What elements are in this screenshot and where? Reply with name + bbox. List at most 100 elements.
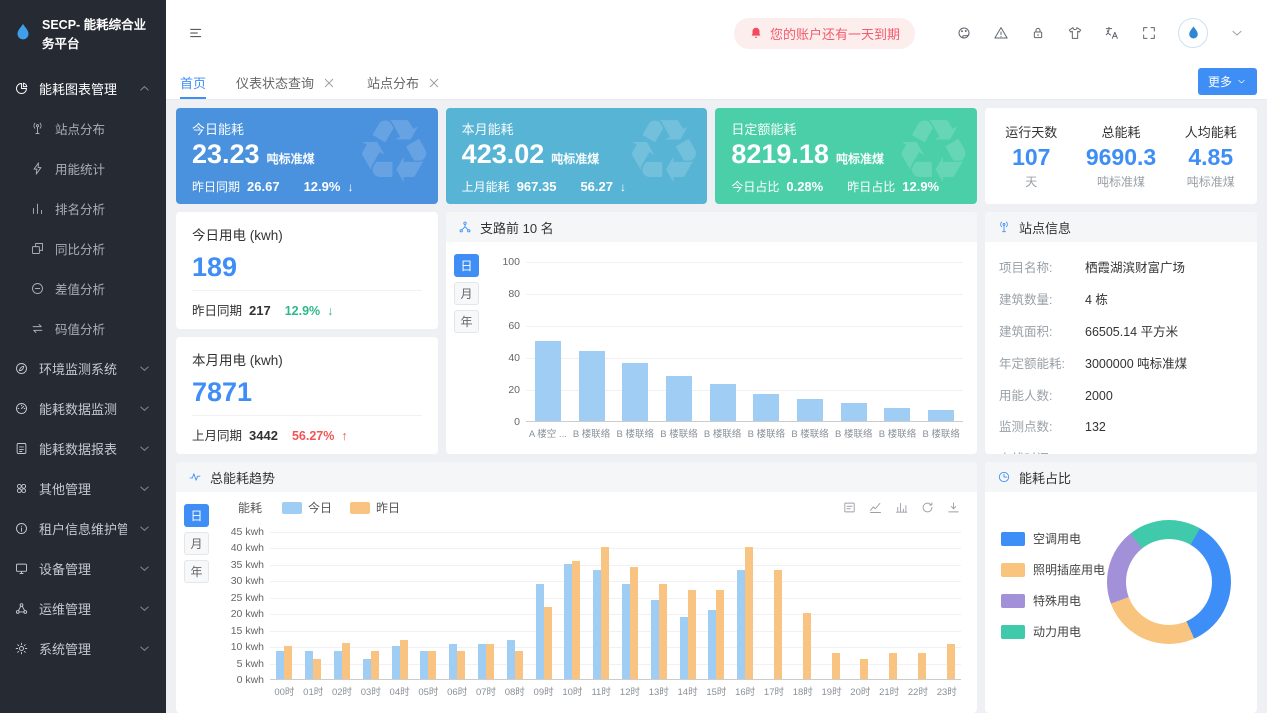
bar-chart-icon[interactable] xyxy=(894,500,909,515)
bar-group xyxy=(328,532,357,679)
bar-group xyxy=(644,532,673,679)
chevron-up-icon xyxy=(137,81,152,96)
usage-sub-value: 217 xyxy=(249,303,271,318)
sidebar-item-1[interactable]: 环境监测系统 xyxy=(0,348,166,388)
lock-icon[interactable] xyxy=(1030,25,1046,41)
restore-icon[interactable] xyxy=(920,500,935,515)
data-view-icon[interactable] xyxy=(842,500,857,515)
sidebar-subitem-排名分析[interactable]: 排名分析 xyxy=(0,188,166,228)
pie-legend-item-照明插座用电[interactable]: 照明插座用电 xyxy=(1001,561,1105,578)
chevron-down-icon xyxy=(137,441,152,456)
kpi-unit: 吨标准煤 xyxy=(836,152,884,166)
sidebar-subitem-码值分析[interactable]: 码值分析 xyxy=(0,308,166,348)
sidebar-item-label: 能耗数据报表 xyxy=(39,439,127,458)
panel-title: 站点信息 xyxy=(1019,218,1071,237)
y-axis-tick: 20 kwh xyxy=(218,608,264,620)
close-tab-icon[interactable] xyxy=(321,75,337,91)
usage-card-1: 本月用电 (kwh) 7871 上月同期3442 56.27%↑ xyxy=(176,337,438,454)
bar-group xyxy=(702,532,731,679)
avatar-flame-icon xyxy=(1185,25,1202,42)
account-expiry-notice[interactable]: 您的账户还有一天到期 xyxy=(734,18,915,49)
energy-share-donut[interactable] xyxy=(1107,520,1231,644)
main-area: 您的账户还有一天到期 首页 仪表状态查询 站点分布 xyxy=(166,0,1267,713)
y-axis-tick: 40 kwh xyxy=(218,542,264,554)
device-icon xyxy=(14,561,29,576)
period-toggle-日[interactable]: 日 xyxy=(184,504,209,527)
antenna-icon xyxy=(30,121,45,136)
sidebar-item-5[interactable]: 租户信息维护管理 xyxy=(0,508,166,548)
sidebar-item-3[interactable]: 能耗数据报表 xyxy=(0,428,166,468)
chevron-down-icon xyxy=(137,361,152,376)
pie-clock-icon xyxy=(997,470,1011,484)
bar xyxy=(701,262,745,421)
user-avatar[interactable] xyxy=(1178,18,1208,48)
sidebar-item-4[interactable]: 其他管理 xyxy=(0,468,166,508)
stat-per-capita: 人均能耗 4.85 吨标准煤 xyxy=(1185,122,1237,190)
warning-icon[interactable] xyxy=(993,25,1009,41)
sidebar-item-8[interactable]: 系统管理 xyxy=(0,628,166,668)
period-toggle-月[interactable]: 月 xyxy=(184,532,209,555)
site-info-value: 4 栋 xyxy=(1085,289,1108,308)
sidebar-subitem-差值分析[interactable]: 差值分析 xyxy=(0,268,166,308)
pie-legend-label: 特殊用电 xyxy=(1033,592,1081,609)
more-tabs-button[interactable]: 更多 xyxy=(1198,68,1257,95)
y-axis-tick: 35 kwh xyxy=(218,559,264,571)
fullscreen-icon[interactable] xyxy=(1141,25,1157,41)
tab-首页[interactable]: 首页 xyxy=(180,66,206,99)
tab-站点分布[interactable]: 站点分布 xyxy=(367,66,442,99)
bar-group xyxy=(846,532,875,679)
bar-group xyxy=(673,532,702,679)
period-toggle-日[interactable]: 日 xyxy=(454,254,479,277)
kpi-sub-value: 0.28% xyxy=(786,179,823,194)
sidebar-item-0[interactable]: 能耗图表管理 xyxy=(0,68,166,108)
download-icon[interactable] xyxy=(946,500,961,515)
sidebar-subitem-用能统计[interactable]: 用能统计 xyxy=(0,148,166,188)
usage-title: 今日用电 (kwh) xyxy=(192,224,422,244)
down-arrow: ↓ xyxy=(620,180,626,194)
x-axis-label: 08时 xyxy=(500,684,529,698)
sidebar-subitem-同比分析[interactable]: 同比分析 xyxy=(0,228,166,268)
legend-item-今日[interactable]: 今日 xyxy=(282,499,332,516)
collapse-sidebar-icon[interactable] xyxy=(188,25,204,41)
x-axis-label: 01时 xyxy=(299,684,328,698)
theme-palette-icon[interactable] xyxy=(956,25,972,41)
bar-group xyxy=(932,532,961,679)
pie-legend-item-特殊用电[interactable]: 特殊用电 xyxy=(1001,592,1105,609)
x-axis-label: 00时 xyxy=(270,684,299,698)
close-tab-icon[interactable] xyxy=(426,75,442,91)
site-info-row: 监测点数: 132 xyxy=(999,410,1243,442)
kpi-pct: 12.9% xyxy=(304,179,341,194)
period-toggle-月[interactable]: 月 xyxy=(454,282,479,305)
summary-stat-card: 运行天数 107 天 总能耗 9690.3 吨标准煤 人均能耗 4.85 吨标准… xyxy=(985,108,1257,204)
language-icon[interactable] xyxy=(1104,25,1120,41)
period-toggle-年[interactable]: 年 xyxy=(184,560,209,583)
x-axis-label: 18时 xyxy=(788,684,817,698)
sidebar-item-6[interactable]: 设备管理 xyxy=(0,548,166,588)
line-chart-icon[interactable] xyxy=(868,500,883,515)
x-axis-label: 23时 xyxy=(932,684,961,698)
skin-icon[interactable] xyxy=(1067,25,1083,41)
sidebar-item-7[interactable]: 运维管理 xyxy=(0,588,166,628)
branch-top10-panel: 支路前 10 名 日月年 100806040200A 楼空 ...B 楼联络B … xyxy=(446,212,977,454)
chevron-down-icon xyxy=(1236,76,1247,87)
bell-icon xyxy=(749,26,763,40)
trend-legend[interactable]: 今日 昨日 xyxy=(282,499,400,516)
app-root: SECP- 能耗综合业务平台 能耗图表管理 站点分布 用能统计 排名分析 同比分… xyxy=(0,0,1267,713)
legend-item-昨日[interactable]: 昨日 xyxy=(350,499,400,516)
sidebar-item-2[interactable]: 能耗数据监测 xyxy=(0,388,166,428)
pie-chart-icon xyxy=(14,81,29,96)
pie-legend[interactable]: 空调用电照明插座用电特殊用电动力用电 xyxy=(1001,530,1105,640)
chevron-down-icon xyxy=(137,561,152,576)
ops-icon xyxy=(14,601,29,616)
trend-chart[interactable]: 45 kwh40 kwh35 kwh30 kwh25 kwh20 kwh15 k… xyxy=(222,532,961,698)
bar-group xyxy=(788,532,817,679)
user-menu-chevron-icon[interactable] xyxy=(1229,25,1245,41)
x-axis-label: 12时 xyxy=(616,684,645,698)
pie-legend-item-动力用电[interactable]: 动力用电 xyxy=(1001,623,1105,640)
sidebar-subitem-label: 码值分析 xyxy=(55,319,152,338)
period-toggle-年[interactable]: 年 xyxy=(454,310,479,333)
sidebar-subitem-站点分布[interactable]: 站点分布 xyxy=(0,108,166,148)
bar xyxy=(657,262,701,421)
tab-仪表状态查询[interactable]: 仪表状态查询 xyxy=(236,66,337,99)
pie-legend-item-空调用电[interactable]: 空调用电 xyxy=(1001,530,1105,547)
